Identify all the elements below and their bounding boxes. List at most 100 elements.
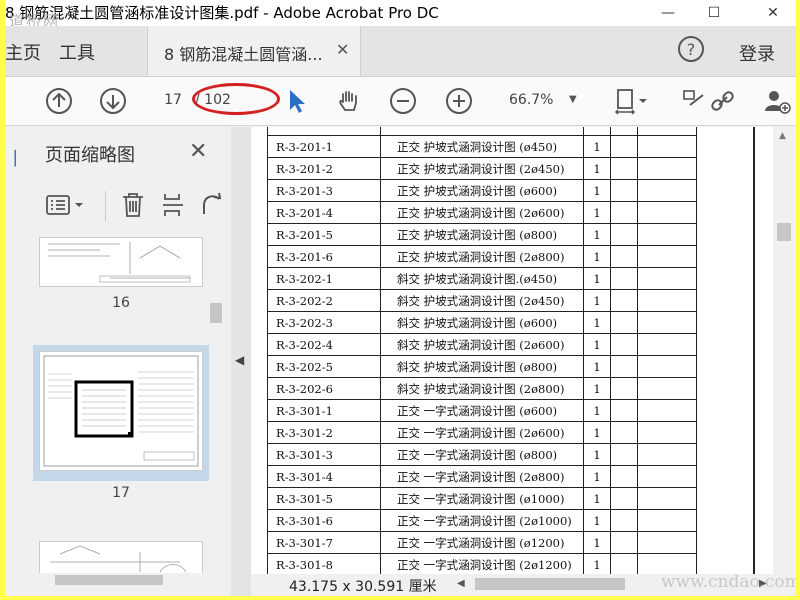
collapse-arrow-icon[interactable]: ◀ (235, 353, 244, 367)
cell-empty (637, 377, 697, 400)
table-row: R-3-202-3 斜交 护坡式涵洞设计图 (ø600) 1 (267, 311, 697, 334)
tab-tools[interactable]: 工具 (59, 39, 95, 65)
cell-code: R-3-201-6 (267, 245, 381, 268)
page-size-readout: 43.175 x 30.591 厘米 (289, 579, 437, 595)
cell-code: R-3-201-1 (267, 135, 381, 158)
close-window-button[interactable]: ✕ (750, 0, 796, 26)
cell-drawing-name: 正交 一字式涵洞设计图 (2ø1000) (380, 509, 584, 532)
hand-tool-icon[interactable] (335, 87, 363, 115)
maximize-button[interactable]: ☐ (691, 0, 737, 26)
table-row: R-3-301-6 正交 一字式涵洞设计图 (2ø1000) 1 (267, 509, 697, 532)
cell-drawing-name: 正交 护坡式涵洞设计图 (2ø800) (380, 245, 584, 268)
close-icon: ✕ (767, 5, 779, 21)
comment-icon[interactable] (681, 87, 709, 115)
cell-quantity: 1 (583, 135, 611, 158)
table-row: R-3-301-1 正交 一字式涵洞设计图 (ø600) 1 (267, 399, 697, 422)
thumbnail-page-17[interactable] (39, 351, 203, 471)
thumbnail-page-18[interactable] (39, 541, 203, 573)
cell-code: R-3-201-3 (267, 179, 381, 202)
cell-empty (637, 157, 697, 180)
cell-quantity: 1 (583, 465, 611, 488)
thumbnail-options-dropdown-icon[interactable] (73, 191, 85, 219)
cell-empty (610, 311, 638, 334)
table-row: R-3-201-3 正交 护坡式涵洞设计图 (ø600) 1 (267, 179, 697, 202)
next-page-icon[interactable] (99, 87, 127, 115)
thumbnail-options-icon[interactable] (45, 191, 73, 219)
select-cursor-icon[interactable] (283, 87, 311, 115)
thumbnail-page-16[interactable] (39, 237, 203, 287)
scrollbar-thumb[interactable] (777, 223, 791, 241)
zoom-in-icon[interactable] (445, 87, 473, 115)
table-row (267, 127, 697, 136)
cell-code: R-3-202-1 (267, 267, 381, 290)
cell-quantity: 1 (583, 421, 611, 444)
cell-quantity: 1 (583, 157, 611, 180)
close-pane-icon[interactable]: ✕ (189, 139, 207, 164)
cell-drawing-name: 斜交 护坡式涵洞设计图 (2ø800) (380, 377, 584, 400)
share-link-icon[interactable] (709, 87, 737, 115)
cell-empty (610, 127, 638, 136)
cell-empty (610, 157, 638, 180)
zoom-dropdown-icon[interactable]: ▼ (569, 87, 577, 113)
window-title: 8 钢筋混凝土圆管涵标准设计图集.pdf - Adobe Acrobat Pro… (5, 4, 439, 22)
cell-drawing-name: 正交 护坡式涵洞设计图 (ø450) (380, 135, 584, 158)
cell-empty (637, 421, 697, 444)
cell-empty (637, 531, 697, 554)
cell-empty (637, 223, 697, 246)
horizontal-scrollbar-thumb[interactable] (475, 578, 625, 590)
cell-code (267, 127, 381, 136)
cell-empty (610, 377, 638, 400)
cell-drawing-name: 斜交 护坡式涵洞设计图.(ø450) (380, 267, 584, 290)
add-user-icon[interactable] (763, 87, 791, 115)
table-row: R-3-202-4 斜交 护坡式涵洞设计图 (2ø600) 1 (267, 333, 697, 356)
document-vertical-scrollbar[interactable]: ▲ (773, 127, 796, 574)
cell-code: R-3-301-4 (267, 465, 381, 488)
cell-empty (637, 127, 697, 136)
thumbnail-label: 17 (112, 485, 130, 501)
delete-page-icon[interactable] (119, 191, 147, 219)
login-button[interactable]: 登录 (739, 40, 775, 66)
toolbar: 17 / 102 66.7% ▼ (5, 77, 796, 126)
cell-quantity: 1 (583, 201, 611, 224)
previous-page-icon[interactable] (45, 87, 73, 115)
scrollbar-thumb[interactable] (210, 303, 222, 323)
thumbnail-drawing (50, 545, 187, 573)
cell-quantity: 1 (583, 267, 611, 290)
cell-empty (610, 487, 638, 510)
cell-code: R-3-301-2 (267, 421, 381, 444)
scroll-up-icon[interactable]: ▲ (779, 131, 786, 141)
cell-empty (637, 179, 697, 202)
rotate-page-icon[interactable] (197, 191, 225, 219)
cell-drawing-name: 正交 护坡式涵洞设计图 (ø800) (380, 223, 584, 246)
cell-empty (637, 553, 697, 574)
page-number-input[interactable]: 17 (155, 87, 191, 113)
cell-empty (610, 399, 638, 422)
cell-code: R-3-301-8 (267, 553, 381, 574)
scrollbar-thumb[interactable] (55, 575, 163, 585)
close-tab-icon[interactable]: ✕ (336, 40, 349, 59)
tab-document[interactable]: 8 钢筋混凝土圆管涵... ✕ (147, 26, 361, 76)
minimize-button[interactable]: — (645, 0, 691, 26)
thumbnail-horizontal-scrollbar[interactable] (33, 573, 209, 587)
cell-empty (637, 465, 697, 488)
extract-page-icon[interactable] (159, 191, 187, 219)
cell-empty (637, 399, 697, 422)
pages-panel-icon[interactable]: ▕ (5, 151, 16, 169)
fit-page-dropdown-icon[interactable] (637, 87, 649, 115)
zoom-out-icon[interactable] (389, 87, 417, 115)
scroll-left-icon[interactable]: ◀ (457, 578, 465, 589)
cell-empty (610, 289, 638, 312)
table-row: R-3-201-4 正交 护坡式涵洞设计图 (2ø600) 1 (267, 201, 697, 224)
cell-drawing-name: 正交 一字式涵洞设计图 (ø1000) (380, 487, 584, 510)
thumbnail-scrollbar[interactable] (210, 237, 222, 573)
cell-quantity: 1 (583, 355, 611, 378)
cell-drawing-name: 正交 护坡式涵洞设计图 (2ø600) (380, 201, 584, 224)
help-button[interactable]: ? (678, 36, 704, 62)
collapse-pane-strip[interactable]: ◀ (231, 127, 251, 596)
cell-empty (637, 487, 697, 510)
table-row: R-3-301-3 正交 一字式涵洞设计图 (ø800) 1 (267, 443, 697, 466)
thumbnail-drawing (43, 355, 199, 467)
tab-home[interactable]: 主页 (5, 39, 41, 65)
zoom-level[interactable]: 66.7% (509, 87, 553, 113)
table-row: R-3-301-8 正交 一字式涵洞设计图 (2ø1200) 1 (267, 553, 697, 574)
